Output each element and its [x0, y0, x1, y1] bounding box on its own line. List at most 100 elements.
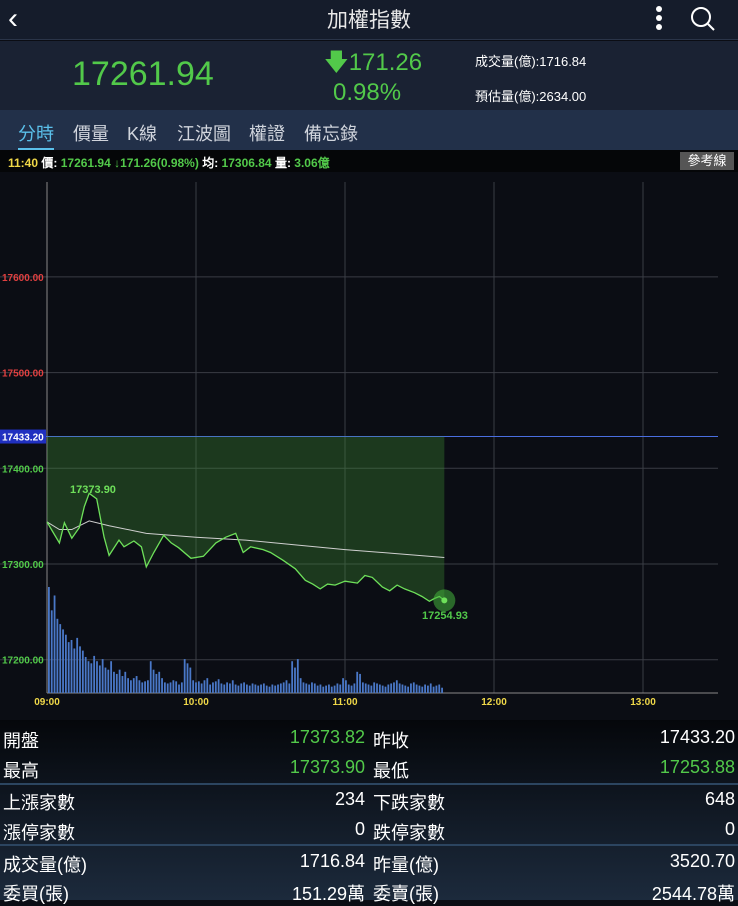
- stat-label: 昨收: [373, 731, 409, 751]
- crosshair-info: 11:40 價: 17261.94 ↓171.26(0.98%) 均: 1730…: [0, 150, 738, 172]
- estimated-volume: 預估量(億):2634.00: [475, 89, 587, 104]
- stat-value: 17373.90: [289, 757, 365, 777]
- volume-bar: [183, 659, 186, 693]
- volume-bar: [376, 683, 378, 693]
- volume-bar: [163, 682, 166, 693]
- stat-label: 上漲家數: [3, 793, 75, 813]
- stat-label: 漲停家數: [3, 823, 75, 843]
- volume-bar: [62, 629, 64, 693]
- volume-bar: [395, 680, 398, 693]
- volume-bar: [166, 683, 169, 693]
- volume-bar: [115, 673, 118, 693]
- volume-bar: [384, 686, 387, 693]
- volume-bar: [378, 684, 381, 693]
- price-area: [47, 436, 445, 602]
- stat-label: 成交量(億): [3, 855, 87, 875]
- tab-price-volume[interactable]: 價量: [73, 120, 109, 146]
- volume-bar: [285, 680, 288, 693]
- reference-line-button[interactable]: 參考線: [680, 152, 734, 170]
- volume-bar: [277, 684, 279, 693]
- stat-value: 2544.78萬: [651, 884, 735, 904]
- volume-bar: [127, 678, 129, 693]
- volume-bar: [98, 665, 101, 693]
- volume-bar: [59, 624, 62, 693]
- stat-label: 開盤: [3, 731, 39, 751]
- volume-bar: [64, 634, 67, 693]
- volume-bar: [407, 686, 410, 693]
- volume-bar: [48, 587, 50, 693]
- stat-value: 3520.70: [669, 851, 735, 871]
- stat-label: 委買(張): [3, 884, 69, 904]
- stat-label: 跌停家數: [373, 823, 445, 843]
- volume-bar: [342, 678, 344, 693]
- volume-bar: [243, 682, 245, 693]
- volume-bar: [410, 683, 412, 693]
- more-vertical-icon[interactable]: [652, 4, 666, 34]
- volume-bar: [291, 661, 294, 693]
- volume-bar: [79, 646, 81, 693]
- volume-bar: [339, 684, 342, 693]
- volume-bar: [316, 685, 319, 693]
- tab-bar: 分時 價量 K線 江波圖 權證 備忘錄: [0, 110, 738, 150]
- volume-bar: [107, 669, 110, 693]
- volume-bar: [305, 683, 308, 693]
- volume-bar: [217, 679, 220, 693]
- tab-memo[interactable]: 備忘錄: [304, 120, 358, 146]
- volume-bar: [356, 671, 359, 693]
- y-tick-label: 17500.00: [2, 369, 44, 380]
- volume-bar: [195, 682, 197, 693]
- intraday-chart[interactable]: 17600.00 17500.00 17400.00 17300.00 17200.00…: [0, 172, 738, 712]
- tab-kline[interactable]: K線: [127, 120, 157, 146]
- volume-bar: [76, 637, 79, 693]
- volume-bar: [229, 683, 231, 693]
- volume-bar: [124, 671, 127, 693]
- tab-intraday[interactable]: 分時: [18, 120, 54, 150]
- volume-bar: [254, 684, 257, 693]
- volume-bar: [121, 676, 124, 693]
- stat-value: 17253.88: [659, 757, 735, 777]
- volume-bar: [147, 680, 149, 693]
- volume-bar: [268, 686, 271, 693]
- volume-bar: [101, 659, 104, 693]
- volume-bar: [214, 681, 217, 693]
- volume-bar: [398, 683, 401, 693]
- volume-bar: [186, 663, 189, 693]
- volume-bar: [234, 684, 237, 693]
- volume-bar: [333, 685, 336, 693]
- volume-bar: [84, 656, 87, 693]
- y-tick-label: 17600.00: [2, 273, 44, 284]
- last-price-label: 17254.93: [422, 610, 468, 622]
- volume-bar: [282, 682, 285, 693]
- volume-bar: [294, 667, 296, 693]
- volume-bar: [53, 595, 56, 693]
- volume-bar: [288, 683, 291, 693]
- volume-bar: [260, 684, 262, 693]
- volume-bar: [237, 685, 240, 693]
- volume-bar: [113, 671, 115, 693]
- volume-bar: [262, 683, 265, 693]
- volume-bar: [308, 684, 311, 693]
- volume-bar: [435, 685, 438, 693]
- volume-bar: [206, 678, 209, 693]
- volume-bar: [271, 684, 274, 693]
- info-vol: 3.06億: [294, 156, 330, 170]
- tab-warrants[interactable]: 權證: [249, 120, 285, 146]
- volume-bar: [347, 684, 350, 693]
- volume-bar: [212, 682, 214, 693]
- info-time: 11:40: [8, 156, 39, 170]
- volume-bar: [381, 685, 384, 693]
- stat-label: 下跌家數: [373, 793, 445, 813]
- volume-bar: [361, 682, 364, 693]
- down-arrow-icon: 🡇: [324, 49, 349, 76]
- volume-bar: [67, 642, 70, 693]
- volume-bar: [240, 683, 243, 693]
- high-price-label: 17373.90: [70, 484, 116, 496]
- stat-value: 0: [724, 819, 735, 839]
- volume-bar: [73, 648, 76, 693]
- volume-bar: [424, 684, 426, 693]
- tab-volume-profile[interactable]: 江波圖: [177, 120, 231, 146]
- search-icon[interactable]: [690, 6, 716, 32]
- page-title: 加權指數: [327, 9, 411, 32]
- stats-row: 漲停家數 0 跌停家數 0: [0, 814, 738, 844]
- volume-bar: [144, 681, 146, 693]
